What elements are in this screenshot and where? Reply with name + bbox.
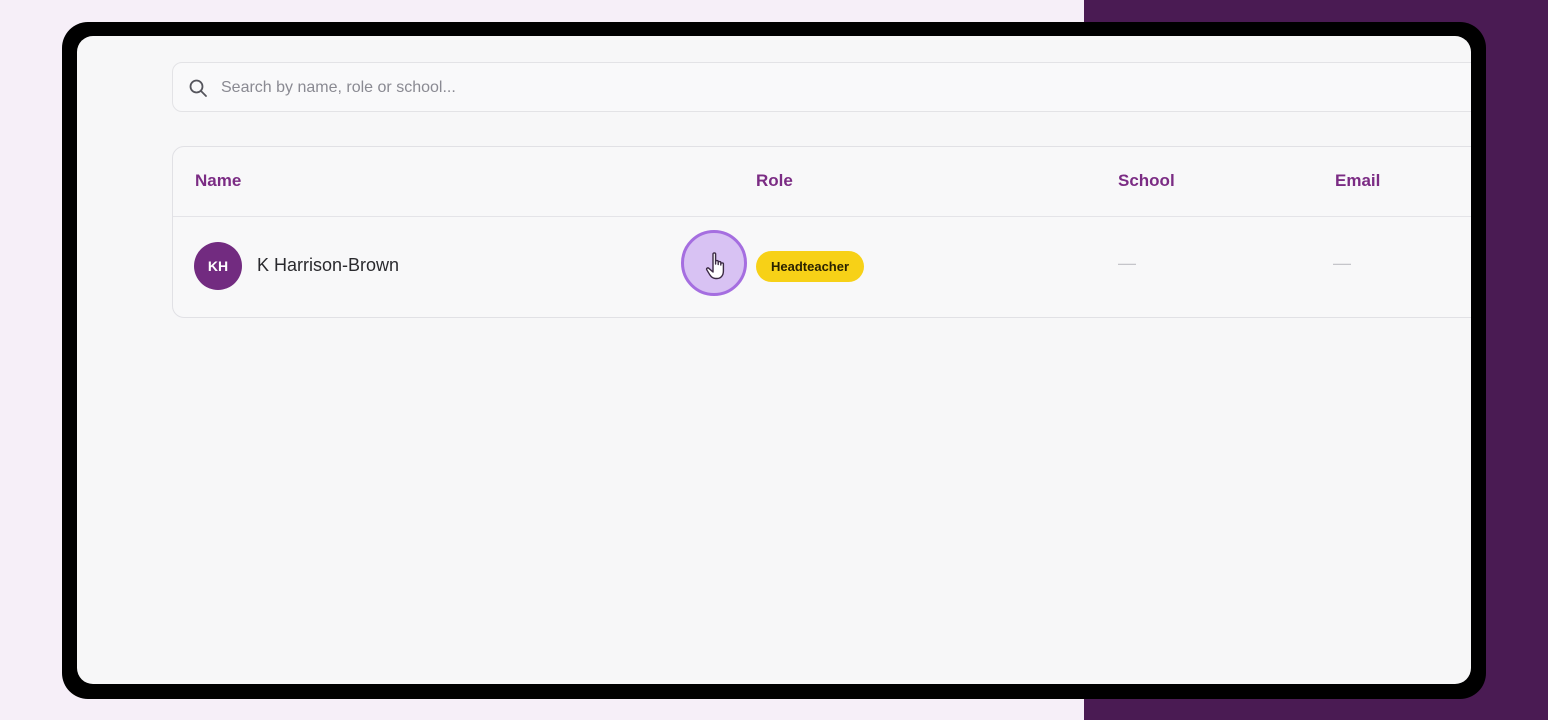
table-header: Name Role School Email <box>173 147 1471 217</box>
search-input[interactable] <box>219 63 1471 113</box>
app-screen: Name Role School Email KH K Harrison-Bro… <box>77 36 1471 684</box>
search-bar[interactable] <box>172 62 1471 113</box>
hand-pointer-icon <box>704 251 730 281</box>
column-header-role[interactable]: Role <box>756 171 793 191</box>
search-icon <box>188 78 208 98</box>
role-badge[interactable]: Headteacher <box>756 251 865 282</box>
column-header-school[interactable]: School <box>1118 171 1175 191</box>
email-cell: — <box>1333 253 1351 273</box>
column-header-email[interactable]: Email <box>1335 171 1380 191</box>
staff-table: Name Role School Email KH K Harrison-Bro… <box>172 146 1471 318</box>
column-header-name[interactable]: Name <box>195 171 241 191</box>
avatar: KH <box>194 242 242 290</box>
cursor-highlight <box>681 230 747 296</box>
table-row[interactable]: KH K Harrison-Brown Headteacher — — <box>173 216 1471 318</box>
user-name[interactable]: K Harrison-Brown <box>257 255 399 276</box>
device-frame: Name Role School Email KH K Harrison-Bro… <box>62 22 1486 699</box>
school-cell: — <box>1118 253 1136 273</box>
